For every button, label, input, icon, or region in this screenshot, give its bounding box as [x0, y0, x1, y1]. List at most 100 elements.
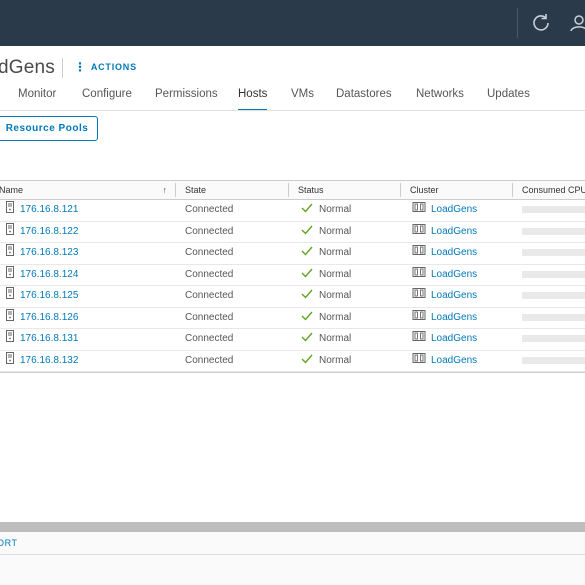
cluster-link[interactable]: LoadGens: [431, 243, 477, 263]
host-name-link[interactable]: 176.16.8.126: [20, 308, 78, 328]
table-row[interactable]: 176.16.8.123 Connected Normal LoadGens: [0, 243, 585, 265]
cluster-icon: [412, 244, 426, 264]
host-icon: [5, 222, 15, 243]
cluster-icon: [412, 352, 426, 372]
host-status: Normal: [319, 268, 352, 280]
consumed-cpu-bar: [522, 227, 585, 235]
column-header-consumed-cpu[interactable]: Consumed CPU: [522, 181, 585, 199]
panel-resize-bar[interactable]: [0, 522, 585, 532]
actions-label: ACTIONS: [90, 62, 137, 72]
host-name-link[interactable]: 176.16.8.132: [20, 351, 78, 371]
cluster-icon: [412, 287, 426, 307]
title-divider: [62, 58, 63, 78]
export-link[interactable]: ORT: [0, 538, 18, 548]
host-state: Connected: [185, 225, 234, 237]
host-name-link[interactable]: 176.16.8.123: [20, 243, 78, 263]
check-icon: [301, 330, 313, 350]
tab-monitor[interactable]: Monitor: [18, 88, 56, 110]
check-icon: [301, 244, 313, 264]
table-body: 176.16.8.121 Connected Normal LoadGens 176.1…: [0, 200, 585, 372]
tab-permissions[interactable]: Permissions: [155, 88, 218, 110]
host-status: Normal: [319, 247, 352, 258]
column-header-status[interactable]: Status: [298, 181, 324, 199]
host-icon: [5, 201, 15, 221]
check-icon: [301, 223, 313, 243]
column-header-name[interactable]: Name ↑: [0, 181, 175, 199]
tab-hosts[interactable]: Hosts: [238, 88, 268, 111]
cluster-icon: [412, 223, 426, 243]
table-row[interactable]: 176.16.8.122 Connected Normal LoadGens: [0, 222, 585, 243]
host-status: Normal: [319, 311, 352, 323]
check-icon: [301, 309, 313, 329]
tab-vms[interactable]: VMs: [291, 88, 314, 110]
tab-bar: Monitor Configure Permissions Hosts VMs …: [0, 88, 585, 111]
cluster-link[interactable]: LoadGens: [431, 222, 477, 242]
consumed-cpu-bar: [522, 249, 585, 256]
host-name-link[interactable]: 176.16.8.124: [20, 265, 78, 285]
host-icon: [5, 287, 15, 307]
host-name-link[interactable]: 176.16.8.121: [20, 200, 78, 220]
tab-configure[interactable]: Configure: [82, 88, 132, 110]
host-name-link[interactable]: 176.16.8.131: [20, 329, 78, 349]
table-row[interactable]: 176.16.8.125 Connected Normal LoadGens: [0, 286, 585, 308]
refresh-icon[interactable]: [530, 12, 552, 34]
tab-updates[interactable]: Updates: [487, 88, 530, 110]
consumed-cpu-bar: [522, 270, 585, 278]
cluster-icon: [412, 201, 426, 221]
cluster-link[interactable]: LoadGens: [431, 286, 477, 306]
column-header-state[interactable]: State: [185, 181, 206, 199]
cluster-icon: [412, 309, 426, 329]
cluster-icon: [412, 330, 426, 350]
cluster-link[interactable]: LoadGens: [431, 200, 477, 220]
cluster-link[interactable]: LoadGens: [431, 351, 477, 371]
host-state: Connected: [185, 311, 234, 323]
host-status: Normal: [319, 204, 352, 215]
host-icon: [5, 308, 15, 329]
cluster-link[interactable]: LoadGens: [431, 308, 477, 328]
column-divider[interactable]: [400, 183, 401, 197]
host-name-link[interactable]: 176.16.8.122: [20, 222, 78, 242]
cluster-link[interactable]: LoadGens: [431, 329, 477, 349]
consumed-cpu-bar: [522, 335, 585, 342]
host-state: Connected: [185, 268, 234, 280]
table-row[interactable]: 176.16.8.132 Connected Normal LoadGens: [0, 351, 585, 372]
vertical-ellipsis-icon: ⋮: [74, 60, 87, 74]
actions-button[interactable]: ⋮ ACTIONS: [74, 60, 137, 74]
table-row[interactable]: 176.16.8.131 Connected Normal LoadGens: [0, 329, 585, 351]
cluster-icon: [412, 266, 426, 286]
table-row[interactable]: 176.16.8.124 Connected Normal LoadGens: [0, 265, 585, 286]
host-state: Connected: [185, 354, 234, 366]
table-header: Name ↑ State Status Cluster Consumed CPU: [0, 181, 585, 200]
column-divider[interactable]: [175, 183, 176, 197]
bottom-divider: [0, 554, 585, 555]
column-header-cluster[interactable]: Cluster: [410, 181, 439, 199]
host-status: Normal: [319, 290, 352, 301]
host-status: Normal: [319, 354, 352, 366]
host-status: Normal: [319, 333, 352, 344]
sort-ascending-icon[interactable]: ↑: [163, 181, 168, 199]
host-state: Connected: [185, 290, 234, 301]
host-icon: [5, 244, 15, 264]
host-state: Connected: [185, 247, 234, 258]
column-divider[interactable]: [288, 183, 289, 197]
cluster-link[interactable]: LoadGens: [431, 265, 477, 285]
table-row[interactable]: 176.16.8.126 Connected Normal LoadGens: [0, 308, 585, 329]
check-icon: [301, 201, 313, 221]
top-navigation-bar: [0, 0, 585, 46]
consumed-cpu-bar: [522, 313, 585, 321]
check-icon: [301, 287, 313, 307]
table-row[interactable]: 176.16.8.121 Connected Normal LoadGens: [0, 200, 585, 222]
host-name-link[interactable]: 176.16.8.125: [20, 286, 78, 306]
check-icon: [301, 352, 313, 372]
tab-networks[interactable]: Networks: [416, 88, 464, 110]
topbar-divider: [517, 8, 518, 38]
tab-datastores[interactable]: Datastores: [336, 88, 392, 110]
column-divider[interactable]: [512, 183, 513, 197]
host-icon: [5, 265, 15, 286]
user-icon[interactable]: [568, 12, 585, 34]
resource-pools-button[interactable]: Resource Pools: [0, 116, 98, 141]
consumed-cpu-bar: [522, 206, 585, 213]
host-status: Normal: [319, 225, 352, 237]
consumed-cpu-bar: [522, 356, 585, 364]
page-title: dGens: [0, 57, 55, 78]
